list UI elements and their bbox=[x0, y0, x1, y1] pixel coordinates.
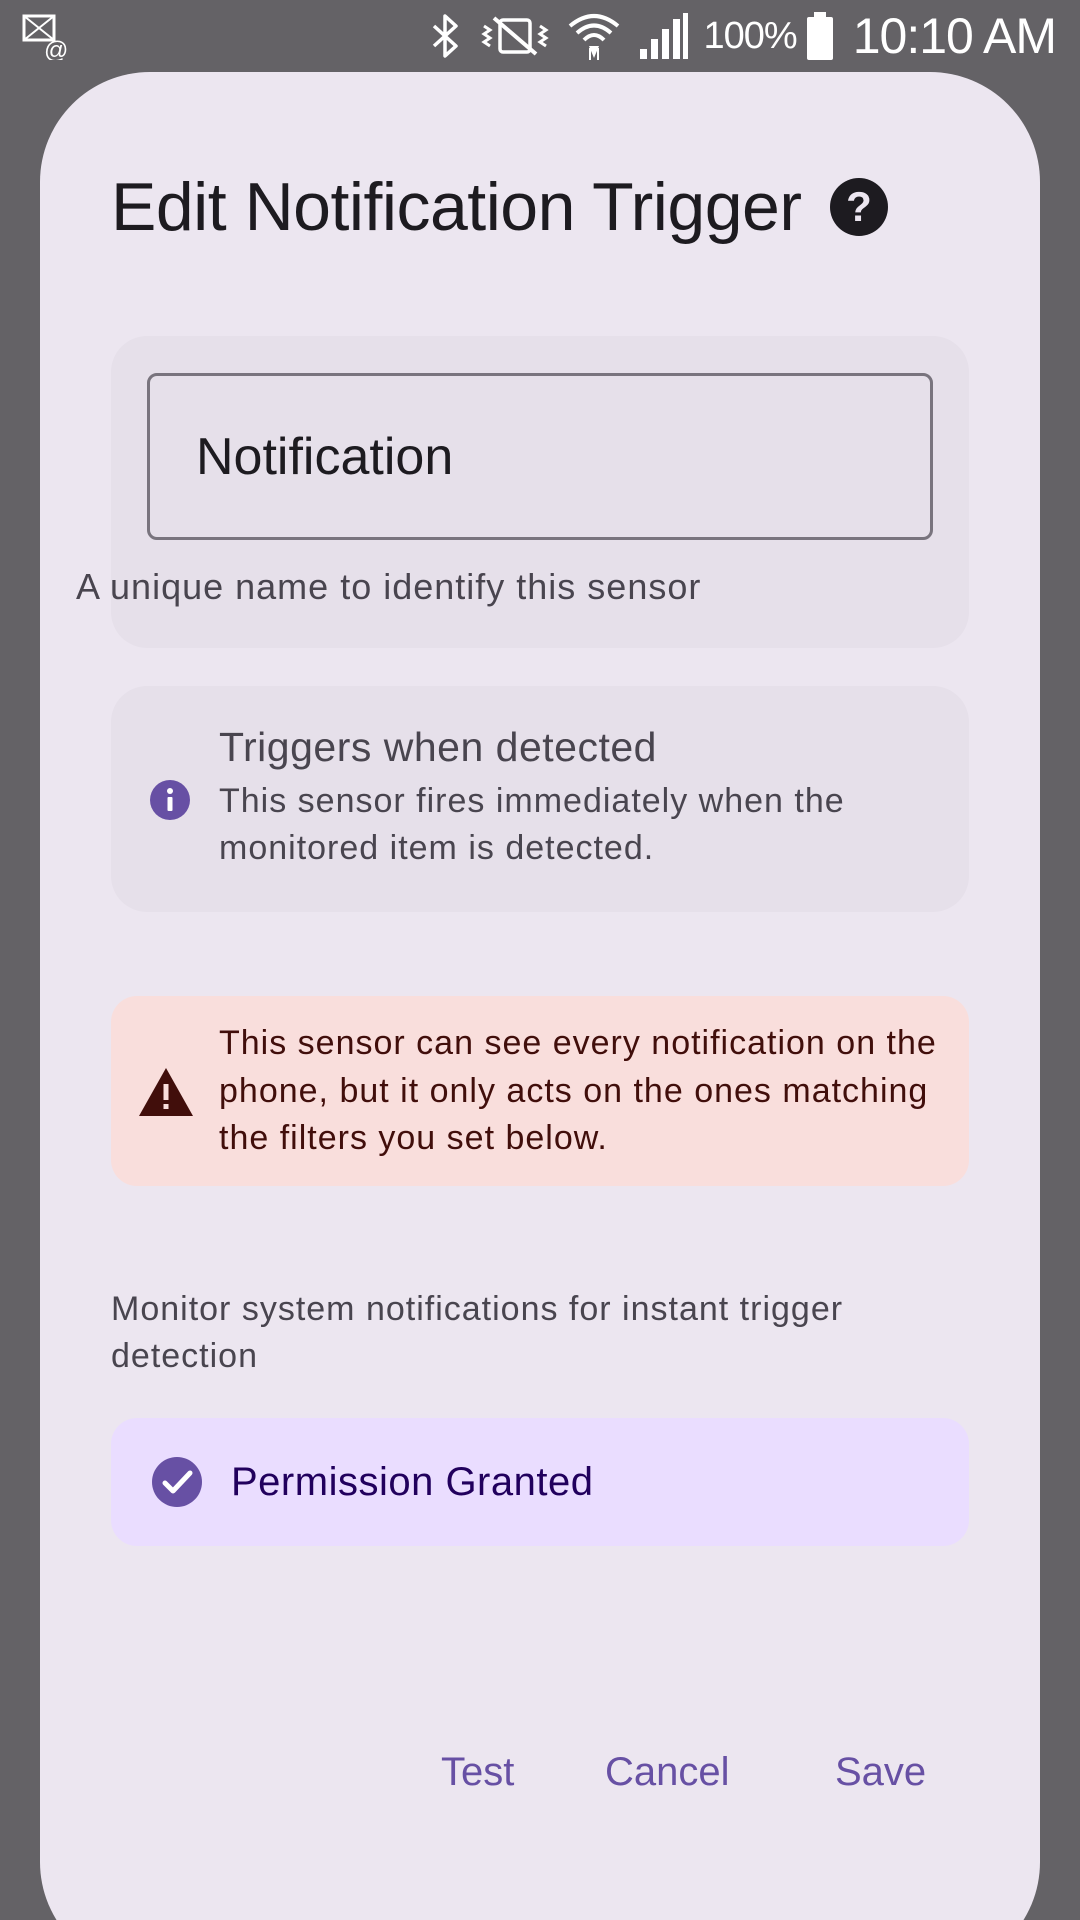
svg-text:?: ? bbox=[847, 183, 873, 230]
status-time: 10:10 AM bbox=[852, 8, 1057, 64]
info-title: Triggers when detected bbox=[219, 724, 657, 770]
dialog-actions: Test Cancel Save bbox=[40, 1750, 1040, 1820]
sensor-name-field[interactable]: Notification bbox=[147, 373, 933, 540]
warning-text: This sensor can see every notification o… bbox=[219, 1024, 937, 1157]
info-icon bbox=[149, 779, 191, 821]
help-icon[interactable]: ? bbox=[829, 177, 889, 237]
edit-trigger-dialog: Edit Notification Trigger ? Notification… bbox=[40, 72, 1040, 1920]
monitor-description: Monitor system notifications for instant… bbox=[111, 1290, 844, 1375]
test-button[interactable]: Test bbox=[441, 1750, 514, 1795]
info-card: Triggers when detected This sensor fires… bbox=[111, 686, 969, 912]
cancel-button[interactable]: Cancel bbox=[605, 1750, 730, 1795]
dialog-header: Edit Notification Trigger ? bbox=[111, 168, 889, 246]
permission-status-card[interactable]: Permission Granted bbox=[111, 1418, 969, 1546]
wifi-icon bbox=[568, 10, 620, 62]
signal-icon bbox=[638, 11, 690, 61]
svg-text:@: @ bbox=[44, 37, 68, 60]
warning-icon bbox=[137, 1066, 195, 1118]
battery-icon bbox=[805, 10, 835, 62]
permission-status-label: Permission Granted bbox=[231, 1459, 594, 1504]
bluetooth-icon bbox=[428, 12, 462, 60]
dialog-title: Edit Notification Trigger bbox=[111, 169, 802, 245]
status-bar: @ 100% 10:10 AM bbox=[0, 0, 1080, 72]
notification-icon: @ bbox=[22, 12, 74, 64]
sensor-name-helper: A unique name to identify this sensor bbox=[76, 566, 702, 607]
battery-percentage: 100% bbox=[703, 14, 798, 57]
vibrate-icon bbox=[480, 12, 550, 60]
info-body: This sensor fires immediately when the m… bbox=[219, 782, 845, 867]
sensor-name-value: Notification bbox=[196, 427, 454, 486]
check-circle-icon bbox=[151, 1456, 203, 1508]
warning-card: This sensor can see every notification o… bbox=[111, 996, 969, 1186]
save-button[interactable]: Save bbox=[835, 1750, 926, 1795]
